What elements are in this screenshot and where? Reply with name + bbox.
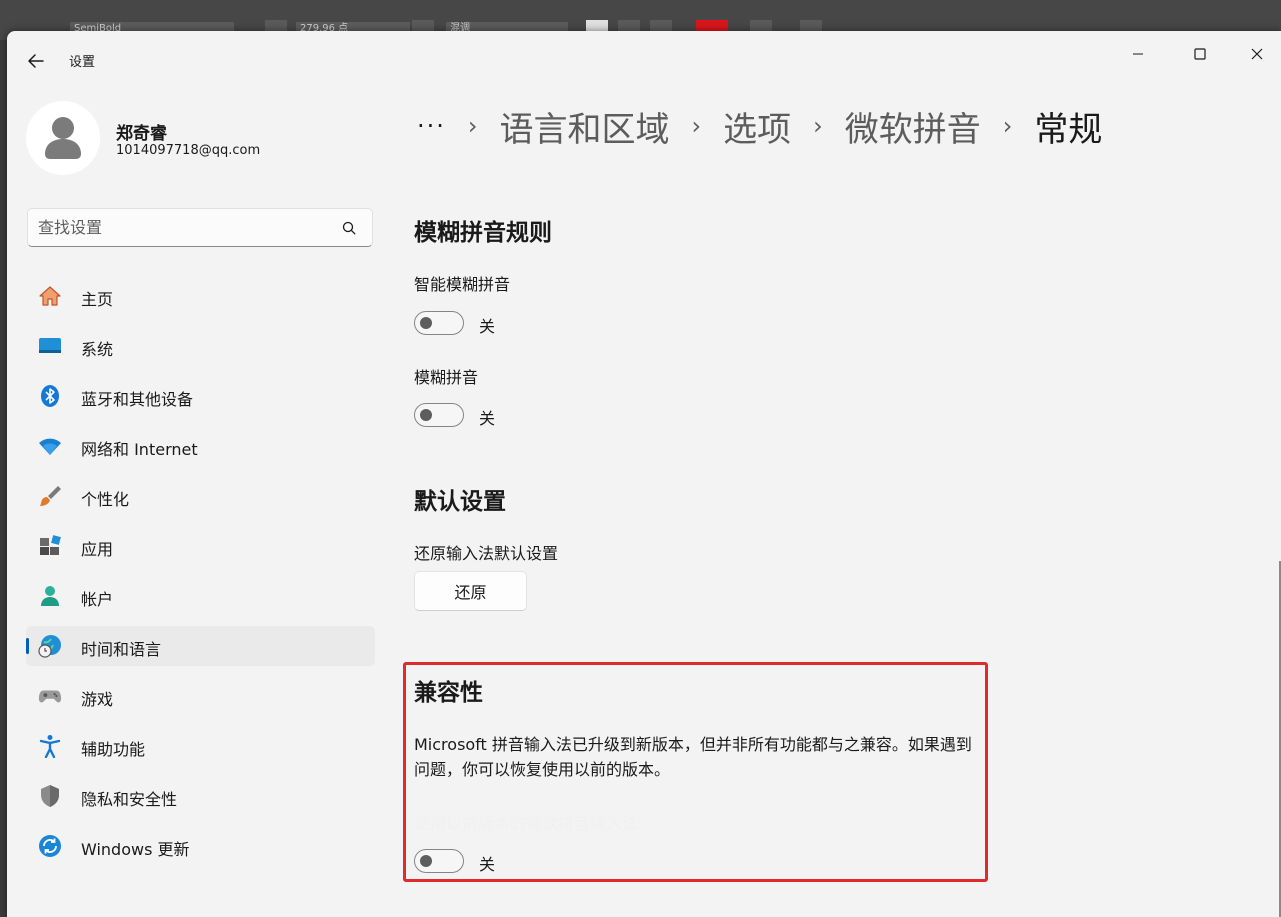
previous-version-label: 使用以前版本的微软拼音输入法 [414, 814, 639, 833]
maximize-icon [1194, 48, 1206, 60]
settings-window: 设置 郑奇睿 1014097718@qq.com 主页 [7, 31, 1281, 917]
page-title: 常规 [1034, 109, 1103, 150]
toggle-knob [420, 317, 432, 329]
chevron-right-icon: › [467, 112, 478, 140]
compatibility-heading: 兼容性 [414, 680, 483, 706]
sidebar-nav: 主页 系统 蓝牙和其他设备 网络和 Internet 个性化 应用 帐户 时间和… [26, 276, 375, 876]
user-name: 郑奇睿 [116, 124, 167, 144]
sidebar-item-label: 隐私和安全性 [81, 790, 178, 809]
fuzzy-rules-heading: 模糊拼音规则 [414, 220, 552, 246]
breadcrumb-item-microsoft-pinyin[interactable]: 微软拼音 [845, 102, 981, 151]
sidebar-item-label: 辅助功能 [81, 740, 146, 759]
search-input[interactable] [38, 209, 338, 246]
person-icon [45, 117, 81, 159]
sidebar-item-network[interactable]: 网络和 Internet [26, 426, 375, 466]
sidebar-item-system[interactable]: 系统 [26, 326, 375, 366]
sidebar-item-label: 主页 [81, 290, 114, 309]
sidebar-item-label: 网络和 Internet [81, 440, 198, 459]
sidebar-item-personalization[interactable]: 个性化 [26, 476, 375, 516]
breadcrumb-item-options[interactable]: 选项 [723, 102, 791, 151]
sidebar-item-label: 系统 [81, 340, 114, 359]
sidebar-item-label: 应用 [81, 540, 114, 559]
home-icon [38, 285, 62, 307]
back-arrow-icon [28, 54, 44, 68]
accessibility-icon [38, 735, 62, 758]
sidebar-item-time-language[interactable]: 时间和语言 [26, 626, 375, 666]
compatibility-description: Microsoft 拼音输入法已升级到新版本，但并非所有功能都与之兼容。如果遇到… [414, 735, 972, 779]
back-button[interactable] [27, 52, 45, 70]
sidebar-item-accessibility[interactable]: 辅助功能 [26, 726, 375, 766]
wifi-icon [38, 435, 62, 457]
time-language-icon [38, 635, 62, 658]
app-title: 设置 [69, 55, 96, 70]
sidebar-item-home[interactable]: 主页 [26, 276, 375, 316]
previous-version-state: 关 [479, 855, 496, 874]
sidebar-item-apps[interactable]: 应用 [26, 526, 375, 566]
avatar[interactable] [26, 101, 100, 175]
sidebar-item-label: 时间和语言 [81, 640, 162, 659]
sidebar-item-accounts[interactable]: 帐户 [26, 576, 375, 616]
breadcrumb: ··· › 语言和区域 › 选项 › 微软拼音 › 常规 [417, 101, 1102, 151]
maximize-button[interactable] [1177, 39, 1223, 69]
close-icon [1251, 48, 1263, 60]
default-settings-heading: 默认设置 [414, 489, 506, 515]
minimize-button[interactable] [1115, 39, 1161, 69]
close-button[interactable] [1234, 39, 1280, 69]
sidebar-item-label: 帐户 [81, 590, 114, 609]
restore-button[interactable]: 还原 [414, 571, 527, 611]
sidebar-item-bluetooth[interactable]: 蓝牙和其他设备 [26, 376, 375, 416]
breadcrumb-item-language-region[interactable]: 语言和区域 [500, 102, 670, 151]
fuzzy-pinyin-label: 模糊拼音 [414, 368, 479, 387]
breadcrumb-overflow-button[interactable]: ··· [417, 112, 446, 140]
smart-fuzzy-state: 关 [479, 317, 496, 336]
search-icon[interactable] [342, 221, 356, 235]
shield-icon [38, 785, 62, 807]
user-email: 1014097718@qq.com [116, 143, 261, 158]
search-box[interactable] [27, 208, 373, 247]
account-icon [38, 585, 62, 607]
system-icon [38, 335, 62, 357]
brush-icon [38, 485, 62, 507]
sidebar-item-label: Windows 更新 [81, 840, 190, 859]
sidebar-item-privacy[interactable]: 隐私和安全性 [26, 776, 375, 816]
sidebar-item-label: 蓝牙和其他设备 [81, 390, 194, 409]
gamepad-icon [38, 685, 62, 707]
chevron-right-icon: › [691, 112, 702, 140]
chevron-right-icon: › [1002, 112, 1013, 140]
update-icon [38, 835, 62, 857]
sidebar-item-label: 个性化 [81, 490, 130, 509]
toggle-knob [420, 409, 432, 421]
smart-fuzzy-label: 智能模糊拼音 [414, 275, 511, 294]
previous-version-toggle[interactable] [414, 849, 464, 873]
sidebar-item-gaming[interactable]: 游戏 [26, 676, 375, 716]
fuzzy-pinyin-state: 关 [479, 409, 496, 428]
apps-icon [38, 535, 62, 557]
sidebar-item-windows-update[interactable]: Windows 更新 [26, 826, 375, 866]
fuzzy-pinyin-toggle[interactable] [414, 403, 464, 427]
minimize-icon [1133, 53, 1143, 55]
toggle-knob [420, 855, 432, 867]
sidebar-item-label: 游戏 [81, 690, 114, 709]
bluetooth-icon [38, 385, 62, 407]
selection-indicator [26, 638, 29, 654]
restore-defaults-label: 还原输入法默认设置 [414, 544, 559, 563]
chevron-right-icon: › [813, 112, 823, 140]
smart-fuzzy-toggle[interactable] [414, 311, 464, 335]
